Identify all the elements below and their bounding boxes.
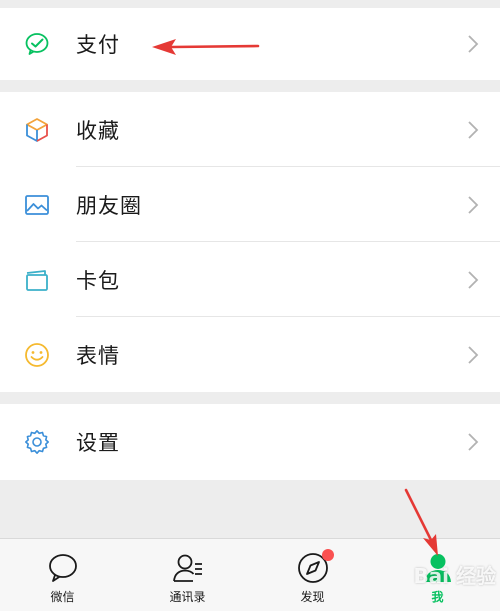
notification-dot	[321, 549, 334, 561]
gear-icon	[24, 429, 50, 455]
menu-item-favorites-label: 收藏	[76, 118, 120, 143]
tab-discover-label: 发现	[300, 590, 325, 604]
chevron-right-icon	[464, 32, 482, 56]
menu-item-pay-label: 支付	[76, 33, 120, 57]
settings-group: 设置	[0, 404, 500, 480]
tools-group: 收藏 朋友圈 卡包 表情	[0, 92, 500, 392]
watermark-text: Bai 经验	[413, 564, 496, 588]
menu-item-settings[interactable]: 设置	[0, 404, 500, 480]
annotation-arrow-me	[404, 488, 438, 556]
compass-icon	[296, 549, 334, 585]
menu-item-stickers-label: 表情	[76, 343, 120, 368]
menu-item-moments[interactable]: 朋友圈	[0, 167, 500, 242]
smiley-icon	[24, 342, 50, 368]
wechat-pay-icon	[24, 31, 50, 57]
menu-item-stickers[interactable]: 表情	[0, 317, 500, 392]
contacts-icon	[171, 551, 205, 585]
menu-item-moments-label: 朋友圈	[76, 193, 142, 218]
menu-item-settings-label: 设置	[76, 431, 120, 455]
chat-bubble-icon	[46, 551, 80, 585]
chevron-right-icon	[464, 193, 482, 217]
menu-item-cards-label: 卡包	[76, 268, 120, 293]
cube-icon	[24, 117, 50, 143]
section-gap	[0, 392, 500, 404]
annotation-arrow-pay	[152, 39, 260, 55]
tab-discover[interactable]: 发现	[250, 539, 375, 611]
tab-chats-label: 微信	[50, 590, 75, 604]
tab-chats[interactable]: 微信	[0, 539, 125, 611]
chevron-right-icon	[464, 430, 482, 454]
tab-me-label: 我	[431, 590, 444, 604]
section-gap	[0, 80, 500, 92]
card-wallet-icon	[24, 267, 50, 293]
chevron-right-icon	[464, 268, 482, 292]
tab-contacts[interactable]: 通讯录	[125, 539, 250, 611]
menu-item-favorites[interactable]: 收藏	[0, 92, 500, 167]
tab-contacts-label: 通讯录	[169, 590, 206, 604]
top-spacer	[0, 0, 500, 8]
menu-item-cards[interactable]: 卡包	[0, 242, 500, 317]
chevron-right-icon	[464, 118, 482, 142]
chevron-right-icon	[464, 343, 482, 367]
image-icon	[24, 192, 50, 218]
